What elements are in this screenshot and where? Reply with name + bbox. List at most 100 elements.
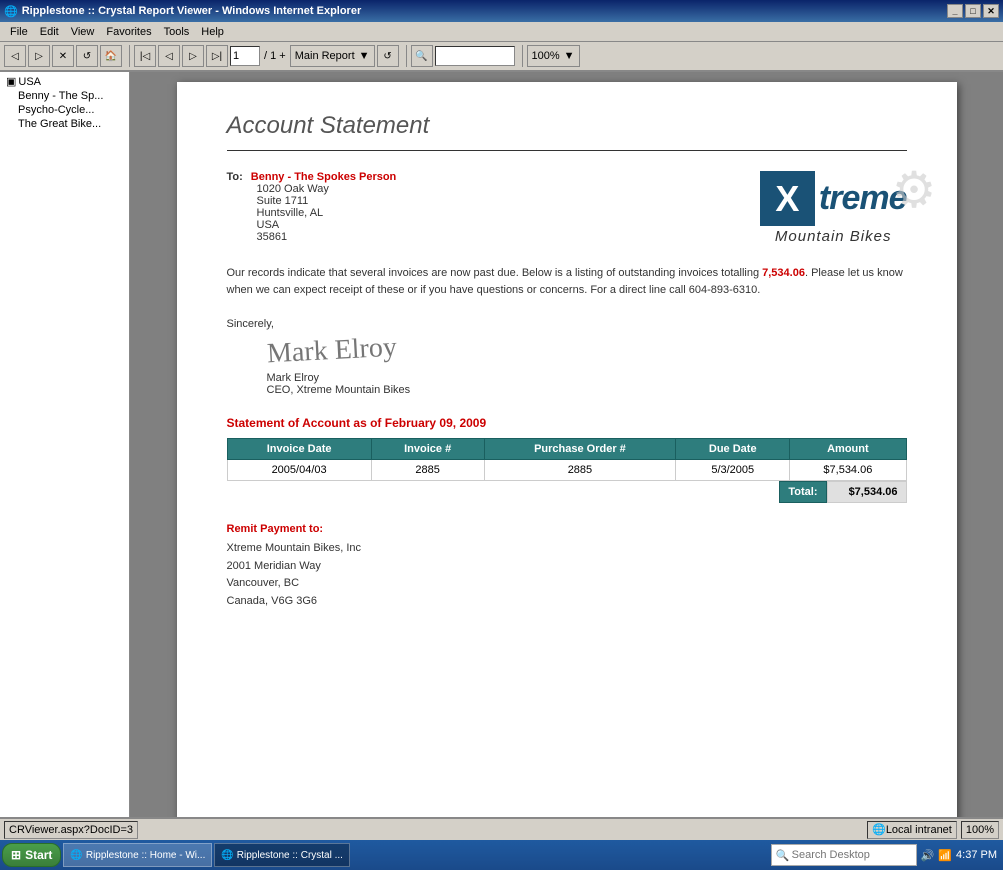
stop-button[interactable]: ✕: [52, 45, 74, 67]
address-line5: 35861: [227, 231, 397, 243]
zoom-label: 100%: [532, 50, 560, 62]
search-input[interactable]: [435, 46, 515, 66]
report-dropdown[interactable]: Main Report ▼: [290, 45, 375, 67]
page-number-input[interactable]: 1: [230, 46, 260, 66]
report-title: Account Statement: [227, 112, 907, 140]
logo-x-box: X: [760, 171, 815, 226]
menu-view[interactable]: View: [65, 24, 101, 40]
minimize-button[interactable]: _: [947, 4, 963, 18]
signer-name: Mark Elroy: [267, 372, 907, 384]
title-divider: [227, 150, 907, 151]
start-button[interactable]: ⊞ Start: [2, 843, 61, 867]
sidebar-group-usa: ▣ USA Benny - The Sp... Psycho-Cycle... …: [0, 72, 129, 133]
body-paragraph: Our records indicate that several invoic…: [227, 265, 907, 298]
search-box[interactable]: 🔍: [771, 844, 917, 866]
taskbar-icon-2: 🌐: [221, 850, 233, 861]
nav-prev[interactable]: ◁: [158, 45, 180, 67]
logo-x: X: [775, 178, 799, 220]
to-label: To:: [227, 171, 243, 183]
window-controls[interactable]: _ □ ✕: [947, 4, 999, 18]
nav-last[interactable]: ▷|: [206, 45, 228, 67]
table-cell: $7,534.06: [790, 460, 906, 481]
table-cell: 2885: [484, 460, 676, 481]
zoom-dropdown[interactable]: 100% ▼: [527, 45, 580, 67]
browser-icon: 🌐: [4, 5, 18, 18]
taskbar-btn-1[interactable]: 🌐 Ripplestone :: Home - Wi...: [63, 843, 212, 867]
refresh-button[interactable]: ↺: [76, 45, 98, 67]
toolbar-separator3: [519, 45, 523, 67]
remit-line2: 2001 Meridian Way: [227, 558, 907, 576]
taskbar-label-1: Ripplestone :: Home - Wi...: [86, 850, 205, 861]
desktop-search-input[interactable]: [792, 849, 912, 861]
col-invoice-num: Invoice #: [371, 439, 484, 460]
body-amount: 7,534.06: [762, 267, 805, 279]
speaker-icon: 🔊: [921, 849, 935, 862]
signer-title: CEO, Xtreme Mountain Bikes: [267, 384, 907, 396]
refresh-report-button[interactable]: ↺: [377, 45, 399, 67]
report-area[interactable]: Account Statement To: Benny - The Spokes…: [130, 72, 1003, 817]
status-url: CRViewer.aspx?DocID=3: [9, 824, 133, 836]
sincerely-text: Sincerely,: [227, 318, 907, 330]
total-row: Total: $7,534.06: [227, 481, 907, 503]
back-button[interactable]: ◁: [4, 45, 26, 67]
nav-first[interactable]: |◁: [134, 45, 156, 67]
main-layout: ▣ USA Benny - The Sp... Psycho-Cycle... …: [0, 72, 1003, 817]
remit-line4: Canada, V6G 3G6: [227, 593, 907, 611]
zoom-value: 100%: [966, 824, 994, 836]
system-tray: 🔍 🔊 📶 4:37 PM: [767, 844, 1001, 866]
toolbar-separator: [126, 45, 130, 67]
windows-icon: ⊞: [11, 848, 21, 862]
sidebar-item-usa[interactable]: ▣ USA: [4, 74, 125, 89]
total-amount: $7,534.06: [827, 481, 907, 503]
address-line4: USA: [227, 219, 397, 231]
taskbar-icon-1: 🌐: [70, 850, 82, 861]
forward-button[interactable]: ▷: [28, 45, 50, 67]
sidebar-item-benny[interactable]: Benny - The Sp...: [4, 89, 125, 103]
status-bar: CRViewer.aspx?DocID=3 🌐 Local intranet 1…: [0, 817, 1003, 840]
address-to-row: To: Benny - The Spokes Person: [227, 171, 397, 183]
sidebar-item-great[interactable]: The Great Bike...: [4, 117, 125, 131]
invoice-table: Invoice Date Invoice # Purchase Order # …: [227, 438, 907, 481]
table-cell: 2005/04/03: [227, 460, 371, 481]
title-bar-left: 🌐 Ripplestone :: Crystal Report Viewer -…: [4, 5, 361, 18]
table-row: 2005/04/03288528855/3/2005$7,534.06: [227, 460, 906, 481]
address-section: To: Benny - The Spokes Person 1020 Oak W…: [227, 171, 397, 243]
title-bar: 🌐 Ripplestone :: Crystal Report Viewer -…: [0, 0, 1003, 22]
close-button[interactable]: ✕: [983, 4, 999, 18]
menu-favorites[interactable]: Favorites: [100, 24, 157, 40]
col-due-date: Due Date: [676, 439, 790, 460]
address-line3: Huntsville, AL: [227, 207, 397, 219]
taskbar: ⊞ Start 🌐 Ripplestone :: Home - Wi... 🌐 …: [0, 840, 1003, 870]
nav-next[interactable]: ▷: [182, 45, 204, 67]
menu-tools[interactable]: Tools: [158, 24, 196, 40]
col-po-num: Purchase Order #: [484, 439, 676, 460]
logo-mountain-bikes: Mountain Bikes: [775, 228, 892, 245]
search-button[interactable]: 🔍: [411, 45, 433, 67]
clock: 4:37 PM: [956, 849, 997, 861]
url-status: CRViewer.aspx?DocID=3: [4, 821, 138, 839]
start-label: Start: [25, 848, 52, 862]
signature-section: Mark Elroy Mark Elroy CEO, Xtreme Mounta…: [267, 335, 907, 396]
sidebar-usa-label: USA: [18, 76, 41, 88]
sidebar: ▣ USA Benny - The Sp... Psycho-Cycle... …: [0, 72, 130, 817]
home-button[interactable]: 🏠: [100, 45, 122, 67]
maximize-button[interactable]: □: [965, 4, 981, 18]
dropdown-arrow-icon: ▼: [359, 50, 370, 62]
search-icon: 🔍: [776, 849, 790, 862]
table-cell: 5/3/2005: [676, 460, 790, 481]
gear-icon: ⚙: [892, 161, 937, 219]
company-logo: X treme ⚙ Mountain Bikes: [760, 171, 907, 245]
toolbar-separator2: [403, 45, 407, 67]
toolbar: ◁ ▷ ✕ ↺ 🏠 |◁ ◁ ▷ ▷| 1 / 1 + Main Report …: [0, 42, 1003, 72]
taskbar-btn-2[interactable]: 🌐 Ripplestone :: Crystal ...: [214, 843, 350, 867]
logo-top: X treme ⚙: [760, 171, 907, 226]
sidebar-item-psycho[interactable]: Psycho-Cycle...: [4, 103, 125, 117]
menu-file[interactable]: File: [4, 24, 34, 40]
zoom-dropdown-arrow: ▼: [564, 50, 575, 62]
remit-line1: Xtreme Mountain Bikes, Inc: [227, 540, 907, 558]
menu-edit[interactable]: Edit: [34, 24, 65, 40]
report-page: Account Statement To: Benny - The Spokes…: [177, 82, 957, 817]
total-label: Total:: [779, 481, 826, 503]
menu-help[interactable]: Help: [195, 24, 230, 40]
page-total: / 1 +: [262, 50, 288, 62]
